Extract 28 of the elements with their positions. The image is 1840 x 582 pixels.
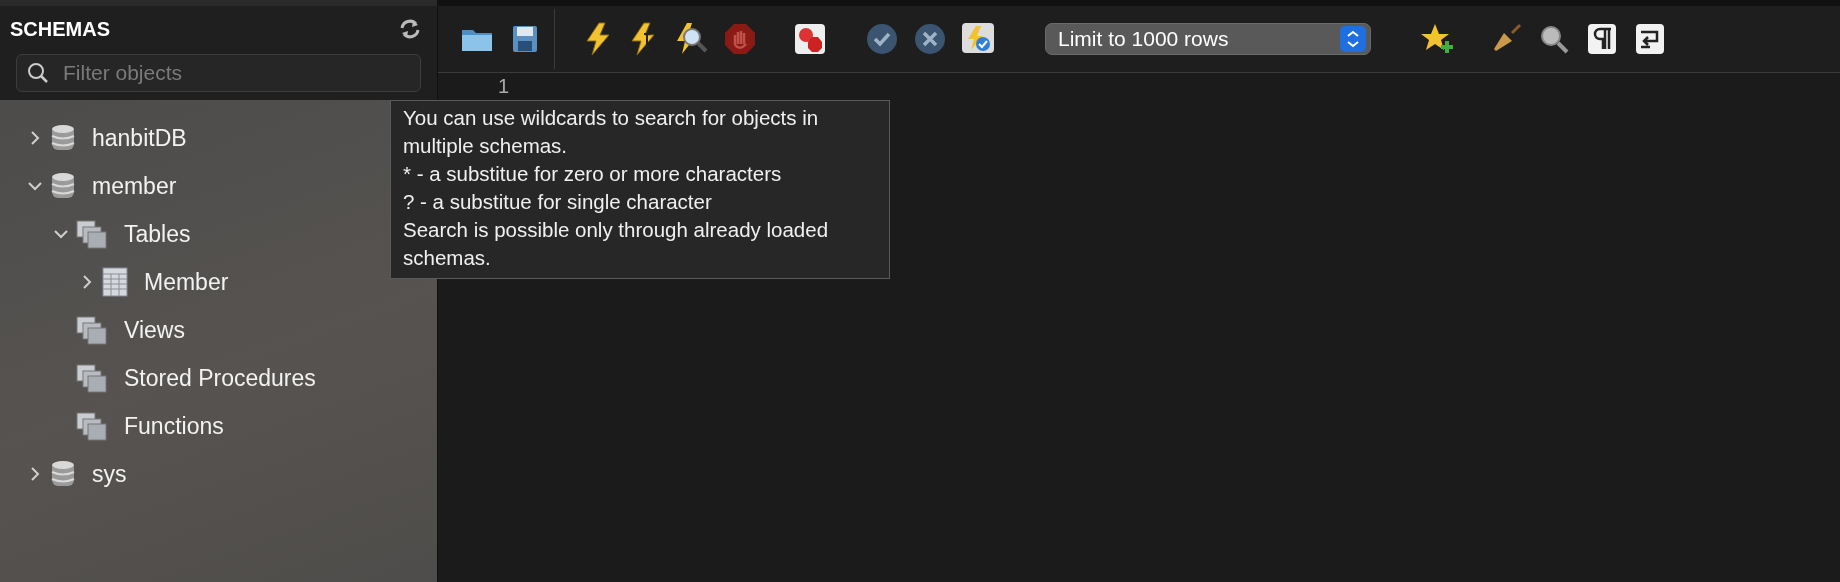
- stepper-icon: [1340, 26, 1366, 52]
- table-icon: [102, 267, 128, 297]
- table-stack-icon: [76, 219, 108, 249]
- tree-item-label[interactable]: sys: [92, 456, 127, 492]
- panel-title: SCHEMAS: [10, 17, 110, 42]
- table-stack-icon: [76, 363, 108, 393]
- tooltip-text: ? - a substitue for single character: [403, 189, 713, 215]
- tree-item-label[interactable]: hanbitDB: [92, 120, 187, 156]
- refresh-icon[interactable]: [399, 19, 421, 39]
- filter-input[interactable]: Filter objects: [61, 55, 410, 91]
- database-icon: [50, 123, 76, 153]
- database-icon: [50, 459, 76, 489]
- tooltip-text: * - a substitue for zero or more characters: [403, 161, 783, 187]
- limit-select[interactable]: Limit to 1000 rows: [1045, 23, 1371, 55]
- database-icon: [50, 171, 76, 201]
- table-stack-icon: [76, 411, 108, 441]
- search-icon: [27, 62, 49, 84]
- tree-item-label[interactable]: Stored Procedures: [124, 360, 316, 396]
- tooltip-text: Search is possible only through already loaded schemas.: [403, 217, 830, 271]
- tree-item-label[interactable]: Member: [144, 264, 229, 300]
- tree-item-label[interactable]: Functions: [124, 408, 224, 444]
- tree-item-label[interactable]: Views: [124, 312, 185, 348]
- tooltip-text: You can use wildcards to search for objects in multiple schemas.: [403, 105, 820, 159]
- tree-item-label[interactable]: member: [92, 168, 177, 204]
- line-number: 1: [497, 74, 511, 97]
- filter-field[interactable]: Filter objects: [16, 54, 421, 92]
- table-stack-icon: [76, 315, 108, 345]
- tree-item-label[interactable]: Tables: [124, 216, 191, 252]
